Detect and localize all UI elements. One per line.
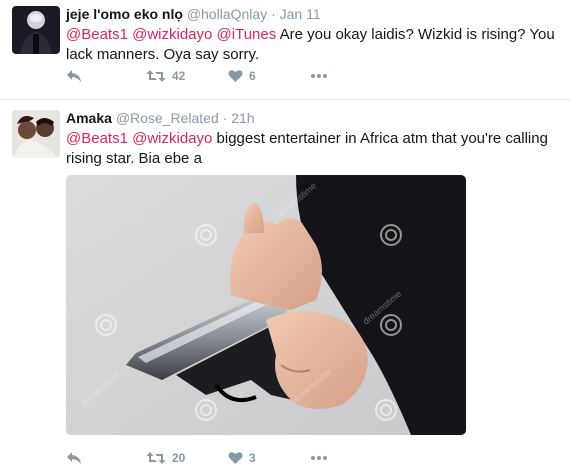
- user-name[interactable]: jeje l'omo eko nlọ: [66, 6, 183, 22]
- like-count: 6: [249, 69, 256, 83]
- more-icon: [311, 456, 327, 460]
- user-handle[interactable]: @Rose_Related: [116, 110, 219, 126]
- retweet-button[interactable]: 42: [146, 69, 228, 83]
- mention-link[interactable]: @Beats1: [66, 130, 128, 147]
- mention-link[interactable]: @wizkidayo: [132, 26, 212, 43]
- tweet-actions: 20 3: [66, 448, 328, 468]
- separator: ·: [271, 6, 276, 22]
- avatar[interactable]: [12, 110, 60, 158]
- reply-button[interactable]: [66, 451, 146, 465]
- reply-button[interactable]: [66, 69, 146, 83]
- tweet-media-image[interactable]: dreamstime dreamstime dreamstime dreamst…: [66, 175, 466, 435]
- retweet-icon: [146, 70, 166, 82]
- reply-icon: [67, 70, 81, 82]
- tweet[interactable]: jeje l'omo eko nlọ @hollaQnlay · Jan 11 …: [0, 0, 571, 100]
- user-handle[interactable]: @hollaQnlay: [187, 6, 267, 22]
- tweet-time[interactable]: Jan 11: [280, 6, 321, 22]
- more-button[interactable]: [310, 455, 328, 461]
- retweet-count: 20: [172, 451, 186, 465]
- tweet-text: @Beats1 @wizkidayo @iTunes Are you okay …: [66, 25, 561, 65]
- retweet-count: 42: [172, 69, 186, 83]
- tweet-header: Amaka @Rose_Related · 21h: [66, 110, 255, 126]
- retweet-button[interactable]: 20: [146, 451, 228, 465]
- mention-link[interactable]: @iTunes: [217, 26, 277, 43]
- like-button[interactable]: 6: [228, 69, 310, 83]
- like-count: 3: [249, 451, 256, 465]
- like-button[interactable]: 3: [228, 451, 310, 465]
- reply-icon: [67, 452, 81, 464]
- avatar[interactable]: [12, 6, 60, 54]
- tweet-actions: 42 6: [66, 66, 328, 86]
- mention-link[interactable]: @Beats1: [66, 26, 128, 43]
- more-icon: [311, 74, 327, 78]
- more-button[interactable]: [310, 73, 328, 79]
- user-name[interactable]: Amaka: [66, 110, 112, 126]
- tweet-text: @Beats1 @wizkidayo biggest entertainer i…: [66, 129, 561, 169]
- tweet-header: jeje l'omo eko nlọ @hollaQnlay · Jan 11: [66, 6, 321, 22]
- mention-link[interactable]: @wizkidayo: [132, 130, 212, 147]
- tweet[interactable]: Amaka @Rose_Related · 21h @Beats1 @wizki…: [0, 100, 571, 471]
- tweet-time[interactable]: 21h: [231, 110, 254, 126]
- separator: ·: [222, 110, 228, 126]
- retweet-icon: [146, 452, 166, 464]
- heart-icon: [228, 70, 243, 82]
- heart-icon: [228, 452, 243, 464]
